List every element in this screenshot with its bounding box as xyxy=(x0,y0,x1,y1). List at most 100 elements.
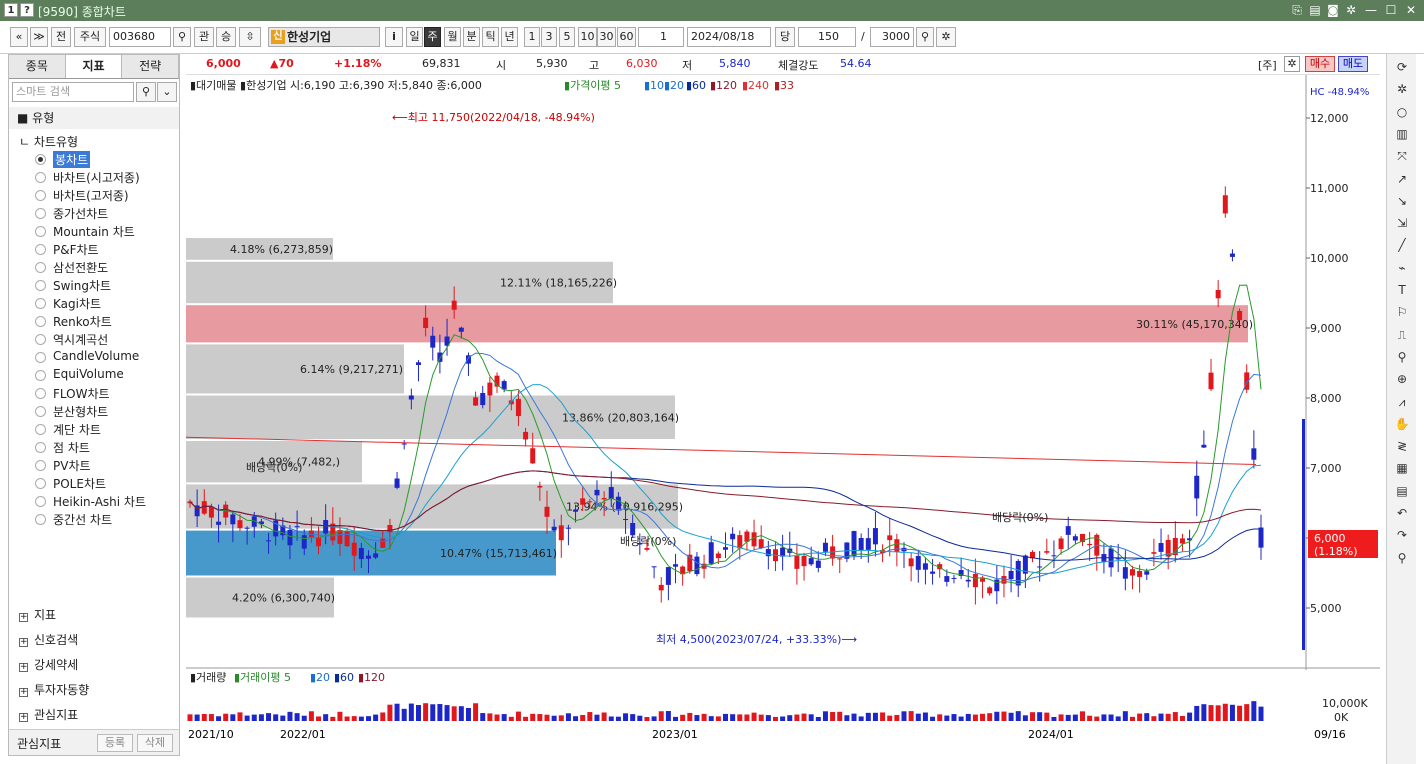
chart-type-item[interactable]: 종가선차트 xyxy=(53,205,108,222)
date-input[interactable]: 2024/08/18 xyxy=(687,27,771,47)
info-button[interactable]: i xyxy=(385,27,403,47)
chart-type-radio[interactable] xyxy=(35,478,46,489)
period-5[interactable]: 년 xyxy=(501,27,518,47)
zoom-icon[interactable]: ⚲ xyxy=(916,27,934,47)
chart-type-item[interactable]: CandleVolume xyxy=(53,349,139,363)
grid-icon[interactable]: ▦ xyxy=(1393,459,1411,477)
code-input[interactable]: 003680 xyxy=(109,27,171,47)
chart-type-item[interactable]: 분산형차트 xyxy=(53,403,108,420)
trend-icon[interactable]: ↗ xyxy=(1393,170,1411,188)
magnify-icon[interactable]: ⚲ xyxy=(1393,348,1411,366)
chart-type-radio[interactable] xyxy=(35,280,46,291)
chart-type-item[interactable]: P&F차트 xyxy=(53,241,99,258)
chart-type-item[interactable]: 역시계곡선 xyxy=(53,331,108,348)
left-tab-0[interactable]: 종목 xyxy=(9,55,66,78)
cursor-icon[interactable]: ⇲ xyxy=(1393,214,1411,232)
search-icon[interactable]: ⚲ xyxy=(173,27,191,47)
gear-icon[interactable]: ✲ xyxy=(936,27,956,47)
interval-3[interactable]: 10 xyxy=(578,27,597,47)
chart-type-item[interactable]: 중간선 차트 xyxy=(53,511,112,528)
interval-1[interactable]: 3 xyxy=(541,27,557,47)
chart-type-item[interactable]: Renko차트 xyxy=(53,313,112,330)
zoom-icon[interactable]: ⊕ xyxy=(1393,370,1411,388)
chart-type-item[interactable]: EquiVolume xyxy=(53,367,124,381)
nav-menu-button[interactable]: ≫ xyxy=(30,27,48,47)
chart-type-item[interactable]: FLOW차트 xyxy=(53,385,110,402)
auto-icon[interactable]: ⌁ xyxy=(1393,259,1411,277)
bar-icon[interactable]: ▥ xyxy=(1393,125,1411,143)
jeon-button[interactable]: 전 xyxy=(51,27,71,47)
dang-button[interactable]: 당 xyxy=(775,27,795,47)
chart-type-radio[interactable] xyxy=(35,154,46,165)
tree-group[interactable]: ㄴ 차트유형 xyxy=(19,133,78,150)
bottom-section[interactable]: + 신호검색 xyxy=(9,628,179,653)
period-3[interactable]: 분 xyxy=(463,27,480,47)
maximize-icon[interactable]: ☐ xyxy=(1382,2,1400,19)
bottom-section[interactable]: + 투자자동향 xyxy=(9,678,179,703)
chart-type-item[interactable]: 봉차트 xyxy=(53,151,91,168)
bottom-section[interactable]: + 강세약세 xyxy=(9,653,179,678)
circle-icon[interactable]: ○ xyxy=(1393,103,1411,121)
smart-search-input[interactable]: 스마트 검색 xyxy=(12,82,134,102)
chart-type-radio[interactable] xyxy=(35,352,46,363)
hand-icon[interactable]: ✋ xyxy=(1393,415,1411,433)
search-icon[interactable]: ⚲ xyxy=(1393,549,1411,567)
fib-icon[interactable]: ⩘ xyxy=(1393,393,1411,411)
stock-name-field[interactable]: 신 한성기업 xyxy=(268,27,380,47)
interval-5[interactable]: 60 xyxy=(617,27,636,47)
chart-type-radio[interactable] xyxy=(35,424,46,435)
chart-type-item[interactable]: 바차트(고저종) xyxy=(53,187,129,204)
text-icon[interactable]: T xyxy=(1393,281,1411,299)
buy-button[interactable]: 매수 xyxy=(1305,56,1335,72)
refresh-icon[interactable]: ⟳ xyxy=(1393,58,1411,76)
chart-type-radio[interactable] xyxy=(35,406,46,417)
chart-type-item[interactable]: POLE차트 xyxy=(53,475,106,492)
nav-back-button[interactable]: « xyxy=(10,27,28,47)
chart-type-item[interactable]: Kagi차트 xyxy=(53,295,101,312)
chart-type-item[interactable]: PV차트 xyxy=(53,457,91,474)
interval-4[interactable]: 30 xyxy=(597,27,616,47)
save-icon[interactable]: ▤ xyxy=(1306,2,1324,19)
chart-type-radio[interactable] xyxy=(35,226,46,237)
grid2-icon[interactable]: ▤ xyxy=(1393,482,1411,500)
period-4[interactable]: 틱 xyxy=(482,27,499,47)
delete-button[interactable]: 삭제 xyxy=(137,734,173,752)
interval-0[interactable]: 1 xyxy=(524,27,540,47)
crosshair-icon[interactable]: ⤧ xyxy=(1393,147,1411,165)
chart-type-item[interactable]: 계단 차트 xyxy=(53,421,101,438)
period-0[interactable]: 일 xyxy=(406,27,423,47)
line-icon[interactable]: ╱ xyxy=(1393,236,1411,254)
chart-type-radio[interactable] xyxy=(35,496,46,507)
chart-type-item[interactable]: Swing차트 xyxy=(53,277,111,294)
chart-type-radio[interactable] xyxy=(35,316,46,327)
chart-type-radio[interactable] xyxy=(35,442,46,453)
chart-type-item[interactable]: 삼선전환도 xyxy=(53,259,108,276)
chart-type-radio[interactable] xyxy=(35,208,46,219)
sell-button[interactable]: 매도 xyxy=(1338,56,1368,72)
period-1[interactable]: 주 xyxy=(424,27,441,47)
total-input[interactable]: 3000 xyxy=(870,27,914,47)
chevron-down-icon[interactable]: ⌄ xyxy=(157,82,177,102)
gear-icon[interactable]: ✲ xyxy=(1393,80,1411,98)
register-button[interactable]: 등록 xyxy=(97,734,133,752)
chart-type-radio[interactable] xyxy=(35,262,46,273)
chart-type-item[interactable]: 점 차트 xyxy=(53,439,90,456)
chart-type-radio[interactable] xyxy=(35,298,46,309)
chart-type-radio[interactable] xyxy=(35,460,46,471)
zigzag-icon[interactable]: ≷ xyxy=(1393,437,1411,455)
settings-icon[interactable]: ✲ xyxy=(1342,2,1360,19)
window-num-2[interactable]: ? xyxy=(20,3,34,17)
period-icon[interactable]: ⎍ xyxy=(1393,326,1411,344)
left-tab-2[interactable]: 전략 xyxy=(122,55,180,78)
chart-type-item[interactable]: Heikin-Ashi 차트 xyxy=(53,493,146,510)
redo-icon[interactable]: ↷ xyxy=(1393,526,1411,544)
chart-type-radio[interactable] xyxy=(35,334,46,345)
chart-type-radio[interactable] xyxy=(35,244,46,255)
chart-type-radio[interactable] xyxy=(35,370,46,381)
type-select[interactable]: 주식 xyxy=(74,27,106,47)
close-icon[interactable]: ✕ xyxy=(1402,2,1420,19)
tag-icon[interactable]: ⚐ xyxy=(1393,303,1411,321)
undo-icon[interactable]: ↶ xyxy=(1393,504,1411,522)
chart-type-radio[interactable] xyxy=(35,388,46,399)
window-num-1[interactable]: 1 xyxy=(4,3,18,17)
